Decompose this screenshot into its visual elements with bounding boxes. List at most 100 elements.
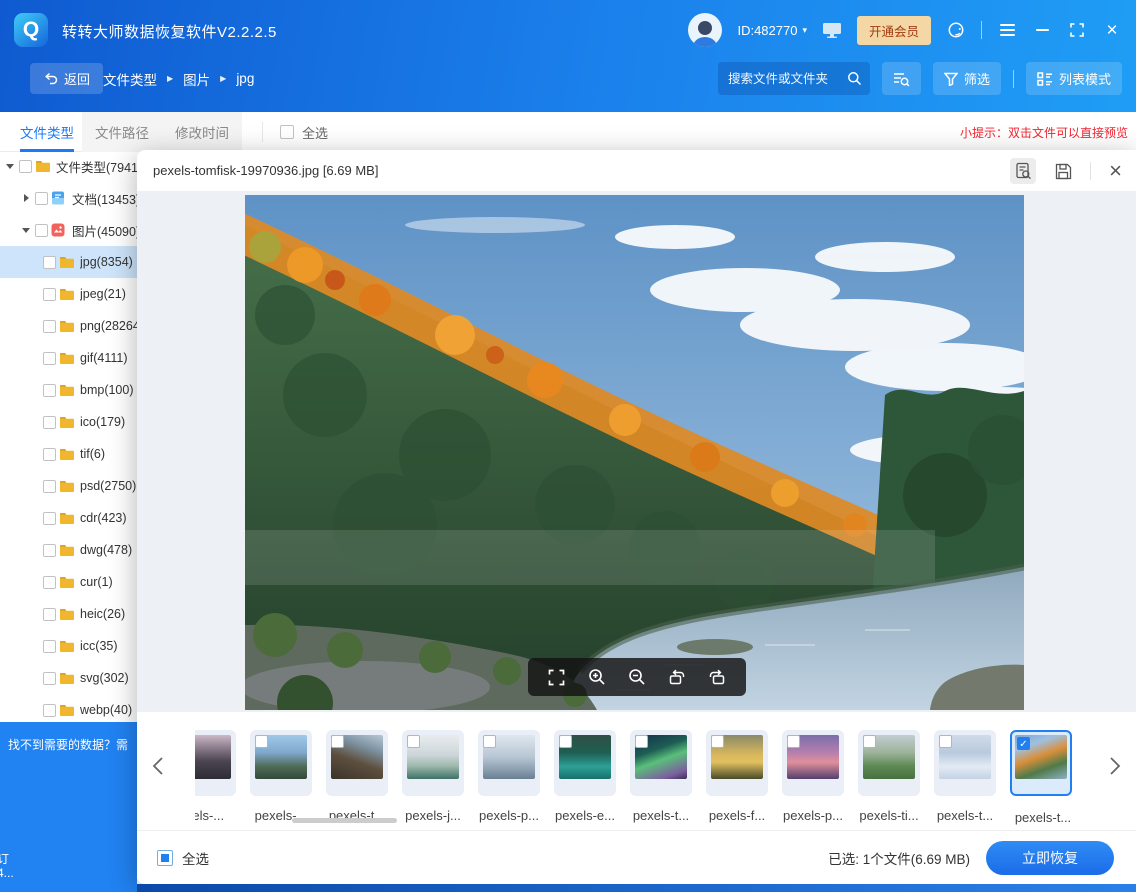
thumbnail-checkbox[interactable]: [939, 735, 952, 748]
sidebar-item-png[interactable]: png(28264: [0, 310, 137, 342]
open-vip-button[interactable]: 开通会员: [857, 16, 931, 45]
zoom-in-icon[interactable]: [586, 666, 608, 688]
sidebar-item-cdr[interactable]: cdr(423): [0, 502, 137, 534]
thumbnail-checkbox[interactable]: [331, 735, 344, 748]
thumbnail-card[interactable]: pexels-j...: [402, 730, 464, 796]
promo-banner[interactable]: 找不到需要的数据？需 订 4...: [0, 722, 137, 892]
checkbox[interactable]: [43, 704, 56, 717]
thumbnail-checkbox[interactable]: [559, 735, 572, 748]
horizontal-scrollbar[interactable]: [292, 818, 397, 823]
list-mode-button[interactable]: 列表模式: [1026, 62, 1122, 95]
sidebar-item-cur[interactable]: cur(1): [0, 566, 137, 598]
checkbox[interactable]: [43, 320, 56, 333]
thumbnail-card[interactable]: pexels-t...: [326, 730, 388, 796]
checkbox[interactable]: [43, 288, 56, 301]
close-button[interactable]: ×: [1102, 20, 1122, 40]
sidebar-item-svg[interactable]: svg(302): [0, 662, 137, 694]
expand-arrow-icon[interactable]: [20, 194, 32, 202]
sidebar-item-dwg[interactable]: dwg(478): [0, 534, 137, 566]
thumbnail-checkbox[interactable]: [635, 735, 648, 748]
divider: [262, 122, 263, 142]
expand-arrow-icon[interactable]: [20, 228, 32, 233]
checkbox[interactable]: [43, 256, 56, 269]
checkbox[interactable]: [43, 608, 56, 621]
checkbox[interactable]: [35, 192, 48, 205]
select-all-checkbox[interactable]: [280, 125, 294, 139]
preview-photo[interactable]: [245, 195, 1024, 710]
tab-file-path[interactable]: 文件路径: [82, 112, 162, 152]
thumbnail-checkbox[interactable]: [787, 735, 800, 748]
thumbnail-card[interactable]: pexels-f...: [706, 730, 768, 796]
thumbnail-checkbox[interactable]: [407, 735, 420, 748]
checkbox[interactable]: [43, 352, 56, 365]
sidebar-item-psd[interactable]: psd(2750): [0, 470, 137, 502]
thumbnail-card[interactable]: pexels-p...: [782, 730, 844, 796]
sidebar-item-tif[interactable]: tif(6): [0, 438, 137, 470]
recover-now-button[interactable]: 立即恢复: [986, 841, 1114, 875]
sidebar-item-bmp[interactable]: bmp(100): [0, 374, 137, 406]
checkbox[interactable]: [19, 160, 32, 173]
thumbnail-checkbox[interactable]: [483, 735, 496, 748]
sidebar-item-images[interactable]: 图片(45090): [0, 214, 137, 246]
modal-close-button[interactable]: ×: [1109, 160, 1122, 182]
checkbox[interactable]: [43, 672, 56, 685]
sidebar-item-file-type[interactable]: 文件类型(79412: [0, 150, 137, 182]
thumbnail-card[interactable]: pexels-p...: [478, 730, 540, 796]
checkbox[interactable]: [43, 416, 56, 429]
sidebar-item-docs[interactable]: 文档(13453): [0, 182, 137, 214]
sidebar-item-jpg[interactable]: jpg(8354): [0, 246, 137, 278]
modal-footer: 全选 已选: 1个文件(6.69 MB) 立即恢复: [137, 830, 1136, 884]
thumbnail-card[interactable]: pexels-t...: [934, 730, 996, 796]
rotate-left-icon[interactable]: [666, 666, 688, 688]
sidebar-item-ico[interactable]: ico(179): [0, 406, 137, 438]
search-input[interactable]: [728, 72, 847, 86]
sidebar-item-heic[interactable]: heic(26): [0, 598, 137, 630]
monitor-icon[interactable]: [822, 20, 842, 40]
checkbox[interactable]: [43, 544, 56, 557]
back-button[interactable]: 返回: [30, 63, 103, 94]
search-box[interactable]: [718, 62, 870, 95]
select-all-checkbox-indeterminate[interactable]: [157, 850, 173, 866]
checkbox[interactable]: [43, 480, 56, 493]
thumbnail-card[interactable]: pexels-t...: [630, 730, 692, 796]
user-id[interactable]: ID:482770 ▾: [737, 23, 807, 38]
thumbnail-card[interactable]: pexels-e...: [554, 730, 616, 796]
customer-service-icon[interactable]: [946, 20, 966, 40]
checkbox[interactable]: [43, 448, 56, 461]
checkbox[interactable]: [43, 384, 56, 397]
breadcrumb-image[interactable]: 图片: [183, 69, 210, 89]
thumbnail-checkbox[interactable]: [863, 735, 876, 748]
checkbox[interactable]: [43, 640, 56, 653]
thumbnail-card[interactable]: pexels-ti...: [858, 730, 920, 796]
fullscreen-icon[interactable]: [546, 666, 568, 688]
filter-button[interactable]: 筛选: [933, 62, 1001, 95]
rotate-right-icon[interactable]: [706, 666, 728, 688]
sidebar-item-icc[interactable]: icc(35): [0, 630, 137, 662]
thumbnail-card[interactable]: xels-...: [195, 730, 236, 796]
breadcrumb-jpg[interactable]: jpg: [236, 71, 254, 86]
sidebar-item-gif[interactable]: gif(4111): [0, 342, 137, 374]
deep-search-button[interactable]: [882, 62, 921, 95]
checkbox[interactable]: [43, 512, 56, 525]
zoom-out-icon[interactable]: [626, 666, 648, 688]
checkbox[interactable]: [35, 224, 48, 237]
thumbnail-checkbox-checked[interactable]: ✓: [1017, 737, 1030, 750]
tab-modified-time[interactable]: 修改时间: [162, 112, 242, 152]
minimize-button[interactable]: [1032, 20, 1052, 40]
thumbnail-checkbox[interactable]: [711, 735, 724, 748]
user-avatar[interactable]: [688, 13, 722, 47]
maximize-button[interactable]: [1067, 20, 1087, 40]
breadcrumb-file-type[interactable]: 文件类型: [103, 69, 157, 89]
expand-arrow-icon[interactable]: [4, 164, 16, 169]
checkbox[interactable]: [43, 576, 56, 589]
scroll-right-button[interactable]: [1102, 746, 1128, 786]
thumbnail-card-selected[interactable]: ✓pexels-t...: [1010, 730, 1072, 796]
scroll-left-button[interactable]: [145, 746, 171, 786]
tab-file-type[interactable]: 文件类型: [20, 112, 74, 152]
thumbnail-card[interactable]: pexels-...: [250, 730, 312, 796]
save-button[interactable]: [1050, 158, 1076, 184]
thumbnail-checkbox[interactable]: [255, 735, 268, 748]
sidebar-item-jpeg[interactable]: jpeg(21): [0, 278, 137, 310]
file-search-button[interactable]: [1010, 158, 1036, 184]
menu-button[interactable]: [997, 20, 1017, 40]
